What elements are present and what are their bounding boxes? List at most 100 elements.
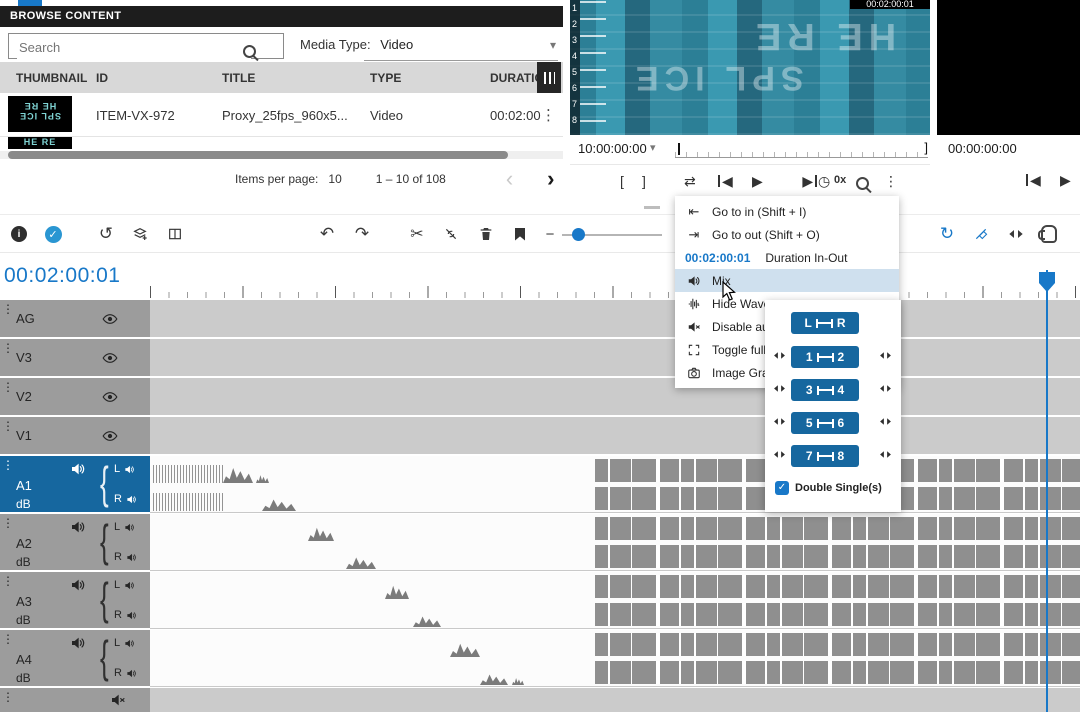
audio-clip-segments[interactable] bbox=[595, 661, 1080, 684]
col-type[interactable]: TYPE bbox=[370, 71, 401, 85]
track-lane-V3[interactable] bbox=[150, 339, 1080, 376]
mix-button-1-2[interactable]: 12 bbox=[791, 346, 859, 368]
audio-clip-lane[interactable] bbox=[150, 514, 1080, 543]
db-label[interactable]: dB bbox=[16, 671, 31, 685]
audio-clip-segments[interactable] bbox=[595, 603, 1080, 626]
timecode-dropdown-icon[interactable]: ▾ bbox=[650, 141, 656, 154]
drag-handle-icon[interactable]: ⋮ bbox=[2, 421, 14, 431]
video-clip[interactable] bbox=[150, 339, 1080, 376]
audio-clip-segments[interactable] bbox=[595, 545, 1080, 568]
db-label[interactable]: dB bbox=[16, 497, 31, 511]
menu-item-duration-in-out[interactable]: 00:02:00:01 Duration In-Out bbox=[675, 246, 899, 269]
channel-1[interactable]: 1 bbox=[572, 3, 577, 13]
drag-handle-icon[interactable]: ⋮ bbox=[2, 382, 14, 392]
audio-clip-lane[interactable] bbox=[150, 542, 1080, 571]
audio-clip-lane[interactable] bbox=[150, 572, 1080, 601]
out-point-marker[interactable]: ] bbox=[924, 140, 928, 155]
speaker-small-icon[interactable] bbox=[124, 522, 135, 533]
channel-5[interactable]: 5 bbox=[572, 67, 577, 77]
split-channels-icon[interactable] bbox=[773, 382, 787, 396]
split-channels-icon[interactable] bbox=[773, 415, 787, 429]
split-channels-icon[interactable] bbox=[879, 415, 893, 429]
step-forward-icon[interactable]: ▶ bbox=[802, 173, 817, 189]
marker-flag-icon[interactable] bbox=[507, 215, 533, 253]
visibility-eye-icon[interactable] bbox=[102, 311, 118, 330]
speaker-icon[interactable] bbox=[70, 519, 86, 535]
h-scrollbar-thumb[interactable] bbox=[8, 151, 508, 159]
unlink-icon[interactable] bbox=[438, 215, 464, 253]
mix-button-LR[interactable]: LR bbox=[791, 312, 859, 334]
chevron-down-icon[interactable]: ▾ bbox=[550, 38, 556, 52]
mix-button-5-6[interactable]: 56 bbox=[791, 412, 859, 434]
audio-clip-segments[interactable] bbox=[595, 575, 1080, 598]
speaker-small-icon[interactable] bbox=[126, 668, 137, 679]
mix-button-3-4[interactable]: 34 bbox=[791, 379, 859, 401]
column-settings-button[interactable] bbox=[537, 62, 561, 93]
speaker-icon[interactable] bbox=[70, 577, 86, 593]
prev-page-icon[interactable]: ‹ bbox=[506, 166, 513, 192]
drag-handle-icon[interactable]: ⋮ bbox=[2, 343, 14, 353]
channel-4[interactable]: 4 bbox=[572, 51, 577, 61]
visibility-eye-icon[interactable] bbox=[102, 389, 118, 408]
visibility-eye-icon[interactable] bbox=[102, 428, 118, 447]
row-thumbnail[interactable]: HE RE SPL ICE bbox=[8, 96, 72, 132]
db-label[interactable]: dB bbox=[16, 555, 31, 569]
playhead-line[interactable] bbox=[1046, 270, 1048, 712]
video-clip[interactable] bbox=[150, 300, 1080, 337]
audio-clip-segments[interactable] bbox=[595, 633, 1080, 656]
video-clip[interactable] bbox=[150, 688, 1080, 712]
col-id[interactable]: ID bbox=[96, 71, 108, 85]
speaker-muted-icon[interactable] bbox=[110, 692, 126, 708]
program-preview-viewport[interactable] bbox=[937, 0, 1080, 135]
drag-handle-icon[interactable]: ⋮ bbox=[2, 634, 14, 644]
loop-icon[interactable]: ⇄ bbox=[684, 173, 696, 190]
drag-handle-icon[interactable]: ⋮ bbox=[2, 304, 14, 314]
audio-clip-segments[interactable] bbox=[595, 517, 1080, 540]
visibility-eye-icon[interactable] bbox=[102, 350, 118, 369]
redo-icon[interactable]: ↷ bbox=[349, 215, 375, 253]
mark-in-button[interactable]: [ bbox=[620, 173, 624, 189]
drag-handle-icon[interactable]: ⋮ bbox=[2, 692, 14, 702]
double-singles-checkbox[interactable]: ✓ bbox=[775, 481, 789, 495]
track-header-V1[interactable]: ⋮ V1 bbox=[0, 417, 150, 454]
speaker-small-icon[interactable] bbox=[124, 638, 135, 649]
play-button[interactable]: ▶ bbox=[752, 173, 763, 190]
transport-menu-icon[interactable]: ⋮ bbox=[884, 173, 898, 190]
split-view-icon[interactable] bbox=[162, 215, 188, 253]
trim-tool-icon[interactable] bbox=[1003, 215, 1029, 253]
program-step-back-icon[interactable]: ◀ bbox=[1026, 172, 1041, 188]
add-layer-icon[interactable] bbox=[127, 215, 153, 253]
items-per-page-value[interactable]: 10 bbox=[328, 172, 341, 186]
speaker-small-icon[interactable] bbox=[124, 464, 135, 475]
track-header-partial[interactable]: ⋮ bbox=[0, 688, 150, 712]
mix-button-7-8[interactable]: 78 bbox=[791, 445, 859, 467]
split-channels-icon[interactable] bbox=[879, 382, 893, 396]
track-header-A1[interactable]: ⋮ A1 dB { L R bbox=[0, 456, 150, 512]
cut-icon[interactable]: ✂ bbox=[404, 215, 430, 253]
menu-item-go-to-in[interactable]: ⇤ Go to in (Shift + I) bbox=[675, 200, 899, 223]
track-lane-partial[interactable] bbox=[150, 688, 1080, 712]
zoom-slider-thumb[interactable] bbox=[572, 228, 585, 241]
speaker-small-icon[interactable] bbox=[126, 610, 137, 621]
track-lane-AG[interactable] bbox=[150, 300, 1080, 337]
audio-clip-lane[interactable] bbox=[150, 600, 1080, 629]
source-scrub-bar[interactable]: ] bbox=[675, 143, 928, 158]
video-clip[interactable] bbox=[150, 378, 1080, 415]
audio-clip-lane[interactable] bbox=[150, 658, 1080, 687]
speaker-small-icon[interactable] bbox=[126, 552, 137, 563]
split-channels-icon[interactable] bbox=[879, 448, 893, 462]
source-preview-viewport[interactable]: HE RE SPL ICE 1 2 3 4 5 6 7 8 00:02:00:0… bbox=[570, 0, 930, 135]
undo-icon[interactable]: ↶ bbox=[314, 215, 340, 253]
row-thumbnail-partial[interactable]: HE RE bbox=[8, 137, 72, 149]
search-icon[interactable] bbox=[243, 45, 256, 58]
menu-item-mix[interactable]: Mix bbox=[675, 269, 899, 292]
zoom-icon[interactable] bbox=[856, 177, 869, 193]
track-lane-V2[interactable] bbox=[150, 378, 1080, 415]
confirm-icon[interactable]: ✓ bbox=[40, 215, 66, 253]
speaker-small-icon[interactable] bbox=[126, 494, 137, 505]
db-label[interactable]: dB bbox=[16, 613, 31, 627]
row-menu-icon[interactable]: ⋮ bbox=[541, 106, 556, 124]
delete-icon[interactable] bbox=[473, 215, 499, 253]
channel-7[interactable]: 7 bbox=[572, 99, 577, 109]
search-box[interactable] bbox=[8, 33, 284, 59]
